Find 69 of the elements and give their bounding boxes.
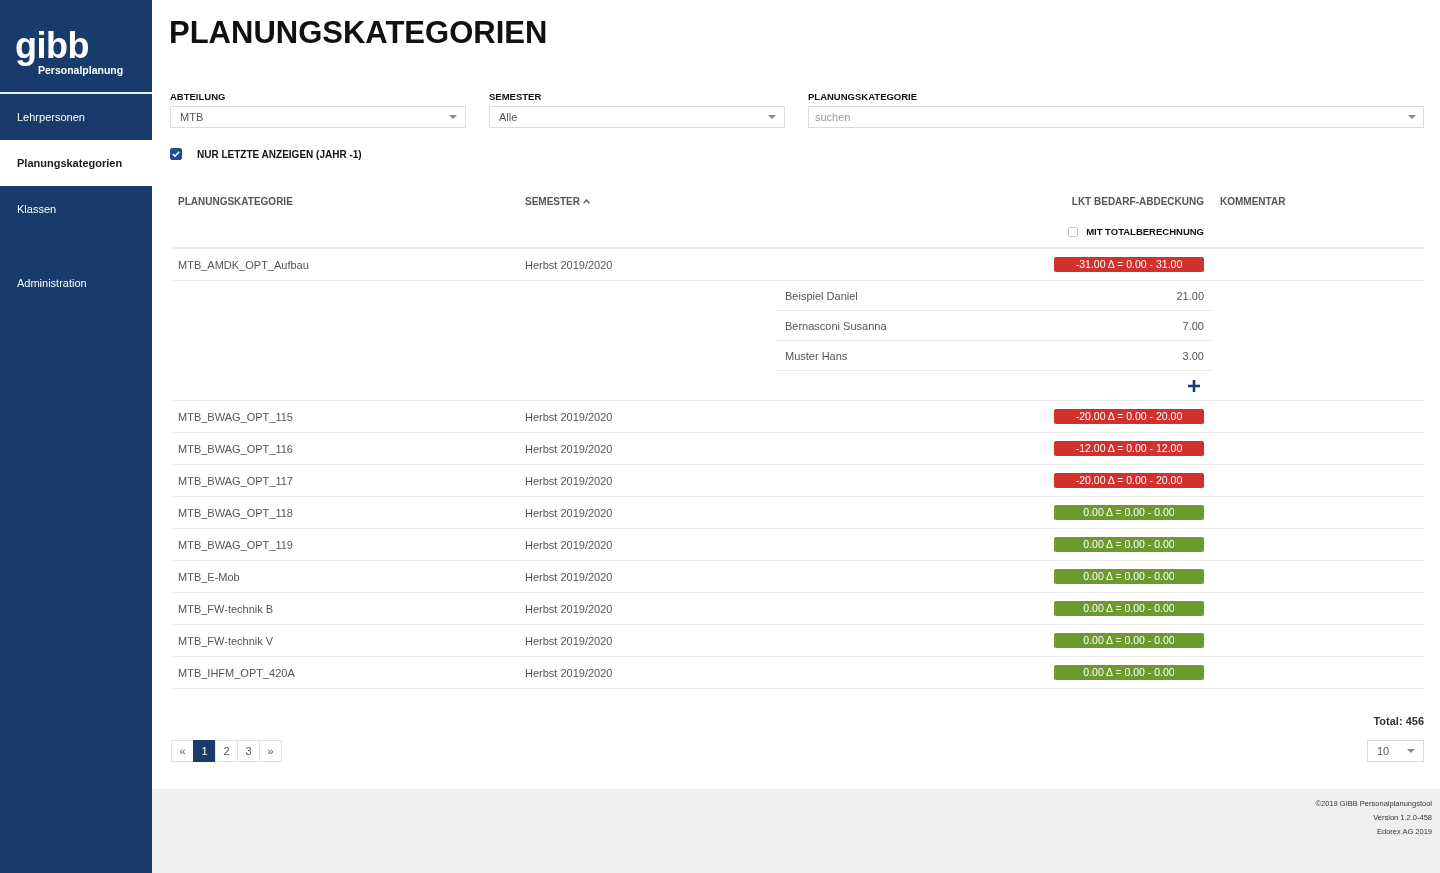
table-cell: Herbst 2019/2020	[525, 538, 613, 551]
table-cell: MTB_AMDK_OPT_Aufbau	[178, 258, 309, 271]
table-cell: MTB_BWAG_OPT_118	[178, 506, 293, 519]
column-header[interactable]: LKT BEDARF-ABDECKUNG	[1071, 195, 1204, 207]
table-cell: MTB_E-Mob	[178, 570, 240, 583]
table-cell: MTB_BWAG_OPT_115	[178, 410, 293, 423]
coverage-badge: -31.00 Δ = 0.00 - 31.00	[1054, 257, 1204, 272]
table-cell: Herbst 2019/2020	[525, 410, 613, 423]
field-label: ABTEILUNG	[170, 90, 226, 104]
caret-icon	[1407, 749, 1415, 753]
coverage-badge: -20.00 Δ = 0.00 - 20.00	[1054, 473, 1204, 488]
caret-icon	[449, 115, 457, 119]
caret-icon	[1408, 115, 1416, 119]
table-cell: Herbst 2019/2020	[525, 666, 613, 679]
logo-wordmark: gibb	[15, 28, 89, 64]
coverage-badge: -20.00 Δ = 0.00 - 20.00	[1054, 409, 1204, 424]
field-label: PLANUNGSKATEGORIE	[808, 90, 918, 104]
table-cell: Herbst 2019/2020	[525, 474, 613, 487]
coverage-badge: 0.00 Δ = 0.00 - 0.00	[1054, 537, 1204, 552]
check-icon	[172, 151, 180, 157]
table-cell: MTB_FW-technik B	[178, 602, 274, 615]
table-cell: 21.00	[1176, 289, 1204, 302]
table-cell: Herbst 2019/2020	[525, 570, 613, 583]
nav-item[interactable]: Lehrpersonen	[0, 94, 152, 140]
plus-icon[interactable]	[1188, 379, 1200, 392]
table-cell: Beispiel Daniel	[785, 289, 858, 302]
checkbox-label: NUR LETZTE ANZEIGEN (JAHR -1)	[197, 148, 362, 160]
dropdown[interactable]: Alle	[489, 106, 785, 128]
search-dropdown[interactable]: suchen	[808, 106, 1424, 128]
table-cell: Herbst 2019/2020	[525, 442, 613, 455]
table-cell: MTB_BWAG_OPT_117	[178, 474, 293, 487]
table-cell: Muster Hans	[785, 349, 848, 362]
table-cell: Bernasconi Susanna	[785, 319, 887, 332]
dropdown[interactable]: MTB	[170, 106, 466, 128]
table-cell: MTB_IHFM_OPT_420A	[178, 666, 295, 679]
table-cell: Herbst 2019/2020	[525, 258, 613, 271]
nav-item[interactable]: Planungskategorien	[0, 140, 152, 186]
nav-item[interactable]: Klassen	[0, 186, 152, 232]
table-cell: MTB_BWAG_OPT_116	[178, 442, 293, 455]
table-cell: Herbst 2019/2020	[525, 634, 613, 647]
previous-page-button[interactable]: «	[171, 740, 194, 762]
page-button[interactable]: 1	[193, 740, 216, 762]
nav-item[interactable]: Administration	[0, 260, 152, 306]
checkbox[interactable]	[170, 148, 182, 160]
coverage-badge: 0.00 Δ = 0.00 - 0.00	[1054, 505, 1204, 520]
table-cell: MTB_FW-technik V	[178, 634, 274, 647]
page-size-dropdown[interactable]: 10	[1367, 740, 1424, 762]
column-header[interactable]: KOMMENTAR	[1220, 195, 1286, 207]
coverage-badge: -12.00 Δ = 0.00 - 12.00	[1054, 441, 1204, 456]
coverage-badge: 0.00 Δ = 0.00 - 0.00	[1054, 601, 1204, 616]
table-cell: 7.00	[1182, 319, 1204, 332]
coverage-badge: 0.00 Δ = 0.00 - 0.00	[1054, 633, 1204, 648]
table-cell: Herbst 2019/2020	[525, 602, 613, 615]
checkbox-label: MIT TOTALBERECHNUNG	[1086, 226, 1204, 237]
coverage-badge: 0.00 Δ = 0.00 - 0.00	[1054, 665, 1204, 680]
total-count: Total: 456	[1373, 714, 1424, 728]
next-page-button[interactable]: »	[259, 740, 282, 762]
table-cell: MTB_BWAG_OPT_119	[178, 538, 293, 551]
logo-subtitle: Personalplanung	[38, 64, 124, 76]
column-header[interactable]: PLANUNGSKATEGORIE	[178, 195, 293, 207]
coverage-badge: 0.00 Δ = 0.00 - 0.00	[1054, 569, 1204, 584]
page-button[interactable]: 2	[215, 740, 238, 762]
table-cell: Herbst 2019/2020	[525, 506, 613, 519]
caret-icon	[768, 115, 776, 119]
column-header[interactable]: SEMESTER	[525, 195, 590, 207]
table-cell: 3.00	[1182, 349, 1204, 362]
field-label: SEMESTER	[489, 90, 542, 104]
page-title: PLANUNGSKATEGORIEN	[169, 14, 549, 52]
page-button[interactable]: 3	[237, 740, 260, 762]
